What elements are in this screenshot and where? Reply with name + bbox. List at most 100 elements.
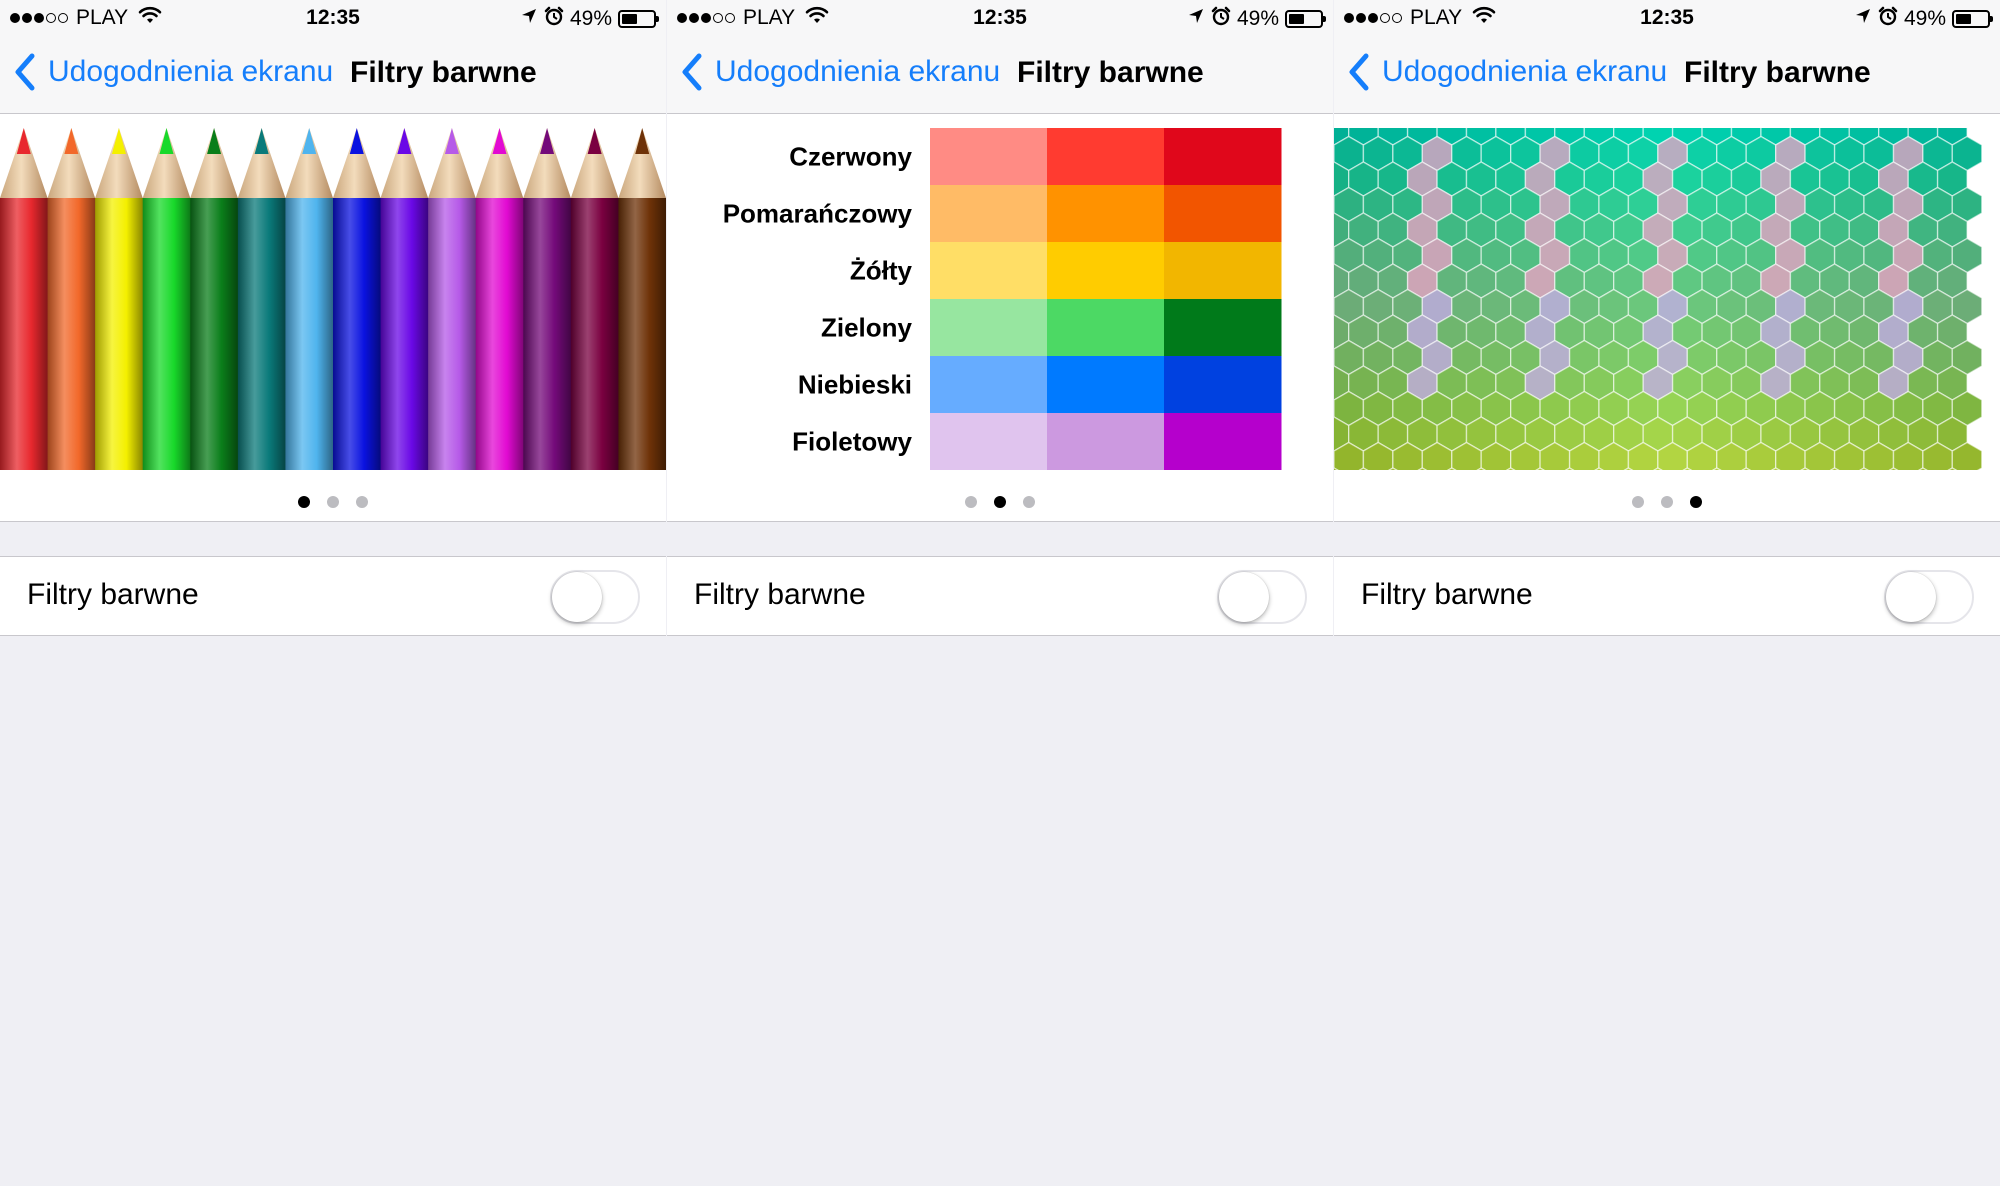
pencil-lead-tip <box>111 128 126 154</box>
pencil-lead-tip <box>444 128 459 154</box>
status-bar: PLAY 12:35 49% <box>1334 0 2000 36</box>
page-indicator-dot[interactable] <box>994 496 1006 508</box>
color-swatch <box>1164 413 1282 470</box>
phone-screen: PLAY 12:35 49% Udogodnienia ekranu Filtry ba… <box>667 0 1333 1186</box>
battery-icon <box>618 10 659 28</box>
back-button-label: Udogodnienia ekranu <box>715 55 1001 88</box>
back-button[interactable]: Udogodnienia ekranu <box>1346 52 1667 92</box>
pencil-lead-tip <box>207 128 222 154</box>
phone-screen: PLAY 12:35 49% Udogodnienia ekranu Filtry ba… <box>0 0 666 1186</box>
navigation-bar: Udogodnienia ekranu Filtry barwne <box>1334 36 2000 114</box>
back-button[interactable]: Udogodnienia ekranu <box>12 52 333 92</box>
pencil-lead-tip <box>397 128 412 154</box>
color-row-label: Żółty <box>850 256 913 286</box>
page-indicator-dot[interactable] <box>965 496 977 508</box>
color-filters-switch[interactable] <box>550 570 640 624</box>
page-indicator-dot[interactable] <box>298 496 310 508</box>
pencil-lead-tip <box>349 128 364 154</box>
color-filters-row: Filtry barwne <box>0 556 666 636</box>
color-swatch <box>930 413 1048 470</box>
pencil-body <box>475 198 524 470</box>
status-right: 49% <box>1854 6 1993 32</box>
chevron-left-icon <box>679 52 705 92</box>
color-swatch <box>1047 242 1165 300</box>
location-arrow-icon <box>1854 7 1872 31</box>
color-filters-switch[interactable] <box>1884 570 1974 624</box>
page-title: Filtry barwne <box>350 56 537 89</box>
filter-preview <box>0 114 666 522</box>
pencil-body <box>570 198 619 470</box>
pencil-body <box>333 198 382 470</box>
color-row-label: Niebieski <box>798 370 912 400</box>
status-bar: PLAY 12:35 49% <box>667 0 1333 36</box>
battery-level <box>1289 14 1304 24</box>
color-filters-label: Filtry barwne <box>694 578 866 611</box>
color-swatch <box>930 356 1048 414</box>
pencil-lead-tip <box>64 128 79 154</box>
back-button-label: Udogodnienia ekranu <box>1382 55 1668 88</box>
page-indicator-dot[interactable] <box>1023 496 1035 508</box>
color-swatch <box>930 128 1048 186</box>
navigation-bar: Udogodnienia ekranu Filtry barwne <box>0 36 666 114</box>
pencil-body <box>142 198 191 470</box>
pencil-body <box>285 198 334 470</box>
chevron-left-icon <box>1346 52 1372 92</box>
color-swatch-grid[interactable]: Czerwony Pomarańczowy Żółty Zielony Niebiesk… <box>667 128 1333 470</box>
color-swatch <box>1164 242 1282 300</box>
page-indicator-dot[interactable] <box>356 496 368 508</box>
screens-container: PLAY 12:35 49% Udogodnienia ekranu Filtry ba… <box>0 0 2000 1186</box>
back-button-label: Udogodnienia ekranu <box>48 55 334 88</box>
switch-knob <box>1219 572 1269 622</box>
page-control[interactable] <box>1334 496 2000 508</box>
pencil-lead-tip <box>16 128 31 154</box>
status-bar: PLAY 12:35 49% <box>0 0 666 36</box>
color-swatch <box>1047 413 1165 470</box>
hexagon-pattern-image[interactable] <box>1334 128 2000 470</box>
phone-screen: PLAY 12:35 49% Udogodnienia ekranu Filtry ba… <box>1334 0 2000 1186</box>
pencil-body <box>618 198 666 470</box>
color-swatch <box>1047 128 1165 186</box>
alarm-clock-icon <box>1878 6 1898 32</box>
switch-knob <box>552 572 602 622</box>
page-control[interactable] <box>0 496 666 508</box>
battery-level <box>622 14 637 24</box>
chevron-left-icon <box>12 52 38 92</box>
pencil-body <box>380 198 429 470</box>
color-swatch <box>1164 128 1282 186</box>
pencil-lead-tip <box>492 128 507 154</box>
page-indicator-dot[interactable] <box>1632 496 1644 508</box>
page-title: Filtry barwne <box>1684 56 1871 89</box>
pencil-lead-tip <box>587 128 602 154</box>
color-row-label: Zielony <box>821 313 913 343</box>
color-filters-switch[interactable] <box>1217 570 1307 624</box>
color-swatch <box>1047 299 1165 357</box>
switch-knob <box>1886 572 1936 622</box>
color-row-label: Pomarańczowy <box>723 199 913 229</box>
location-arrow-icon <box>1187 7 1205 31</box>
filter-preview: Czerwony Pomarańczowy Żółty Zielony Niebiesk… <box>667 114 1333 522</box>
pencil-lead-tip <box>635 128 650 154</box>
color-swatch <box>930 299 1048 357</box>
page-indicator-dot[interactable] <box>1690 496 1702 508</box>
alarm-clock-icon <box>544 6 564 32</box>
pencil-lead-tip <box>540 128 555 154</box>
filter-preview <box>1334 114 2000 522</box>
battery-icon <box>1285 10 1326 28</box>
pencil-body <box>47 198 96 470</box>
page-indicator-dot[interactable] <box>1661 496 1673 508</box>
color-row-label: Czerwony <box>789 142 912 172</box>
color-swatch <box>930 242 1048 300</box>
pencil-body <box>0 198 49 470</box>
colored-pencils-image[interactable] <box>0 128 666 470</box>
back-button[interactable]: Udogodnienia ekranu <box>679 52 1000 92</box>
page-title: Filtry barwne <box>1017 56 1204 89</box>
status-right: 49% <box>520 6 659 32</box>
color-swatch <box>1164 185 1282 243</box>
page-indicator-dot[interactable] <box>327 496 339 508</box>
color-filters-row: Filtry barwne <box>667 556 1333 636</box>
page-control[interactable] <box>667 496 1333 508</box>
color-row-label: Fioletowy <box>792 427 912 457</box>
pencil-body <box>523 198 572 470</box>
pencil-body <box>95 198 144 470</box>
color-swatch <box>1164 356 1282 414</box>
